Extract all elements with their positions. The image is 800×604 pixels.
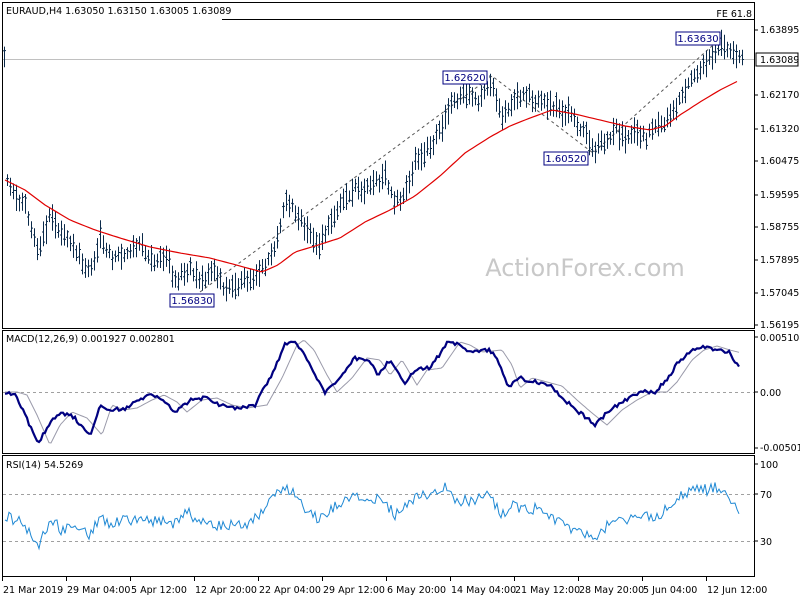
price-axis: 1.63895 1.62170 1.61320 1.60475 1.59595 … xyxy=(754,25,799,331)
price-title: EURAUD,H4 1.63050 1.63150 1.63005 1.6308… xyxy=(6,6,231,17)
fe-618-label: FE 61.8 xyxy=(716,9,752,20)
x-tick-label: 22 Apr 04:00 xyxy=(259,585,321,596)
price-tick-5: 1.59595 xyxy=(760,190,799,201)
price-tick-3: 1.61320 xyxy=(760,124,799,135)
swing-label-low2: 1.60520 xyxy=(543,151,589,166)
x-tick-label: 12 Apr 20:00 xyxy=(195,585,257,596)
swing-label-high1: 1.62620 xyxy=(442,70,488,85)
macd-tick-bottom: -0.005019 xyxy=(760,443,800,454)
macd-axis: 0.005108 0.00 -0.005019 xyxy=(754,333,800,454)
current-price-tag: 1.63089 xyxy=(755,52,799,67)
macd-tick-zero: 0.00 xyxy=(760,388,781,399)
x-tick-label: 5 Apr 12:00 xyxy=(131,585,187,596)
x-tick-label: 29 Apr 12:00 xyxy=(323,585,385,596)
price-tick-1: 1.63895 xyxy=(760,25,799,36)
swing-high1-text: 1.62620 xyxy=(444,73,485,84)
x-tick-label: 12 Jun 12:00 xyxy=(707,585,767,596)
x-axis: 21 Mar 2019 29 Mar 04:00 5 Apr 12:00 12 Apr… xyxy=(2,577,767,596)
rsi-title: RSI(14) 54.5269 xyxy=(6,460,83,471)
watermark: ActionForex.com xyxy=(485,254,685,282)
macd-tick-top: 0.005108 xyxy=(760,333,800,344)
swing-low2-text: 1.60520 xyxy=(545,154,586,165)
x-tick-label: 21 May 12:00 xyxy=(515,585,580,596)
x-tick-label: 14 May 04:00 xyxy=(451,585,516,596)
rsi-tick-30: 30 xyxy=(760,537,772,548)
rsi-axis: 100 70 30 xyxy=(754,460,778,548)
rsi-pane xyxy=(2,455,755,577)
x-tick-label: 29 Mar 04:00 xyxy=(67,585,130,596)
swing-high2-text: 1.63630 xyxy=(677,34,718,45)
chart-canvas: ActionForex.com FE 61.8 1.56830 1.62620 … xyxy=(2,2,800,596)
price-tick-4: 1.60475 xyxy=(760,156,799,167)
x-tick-label: 5 Jun 04:00 xyxy=(643,585,697,596)
swing-label-high2: 1.63630 xyxy=(675,31,721,46)
rsi-tick-70: 70 xyxy=(760,490,772,501)
x-tick-label: 21 Mar 2019 xyxy=(3,585,63,596)
current-price-text: 1.63089 xyxy=(760,55,799,66)
x-tick-label: 28 May 20:00 xyxy=(579,585,644,596)
price-tick-9: 1.56195 xyxy=(760,320,799,331)
macd-title: MACD(12,26,9) 0.001927 0.002801 xyxy=(6,334,175,345)
swing-low-text: 1.56830 xyxy=(171,296,212,307)
x-tick-label: 6 May 20:00 xyxy=(387,585,446,596)
price-tick-2: 1.62170 xyxy=(760,90,799,101)
price-tick-6: 1.58755 xyxy=(760,222,799,233)
rsi-tick-100: 100 xyxy=(760,460,778,471)
swing-label-low: 1.56830 xyxy=(169,293,215,308)
price-tick-7: 1.57895 xyxy=(760,255,799,266)
forex-chart: ActionForex.com FE 61.8 1.56830 1.62620 … xyxy=(0,0,800,600)
price-tick-8: 1.57045 xyxy=(760,288,799,299)
